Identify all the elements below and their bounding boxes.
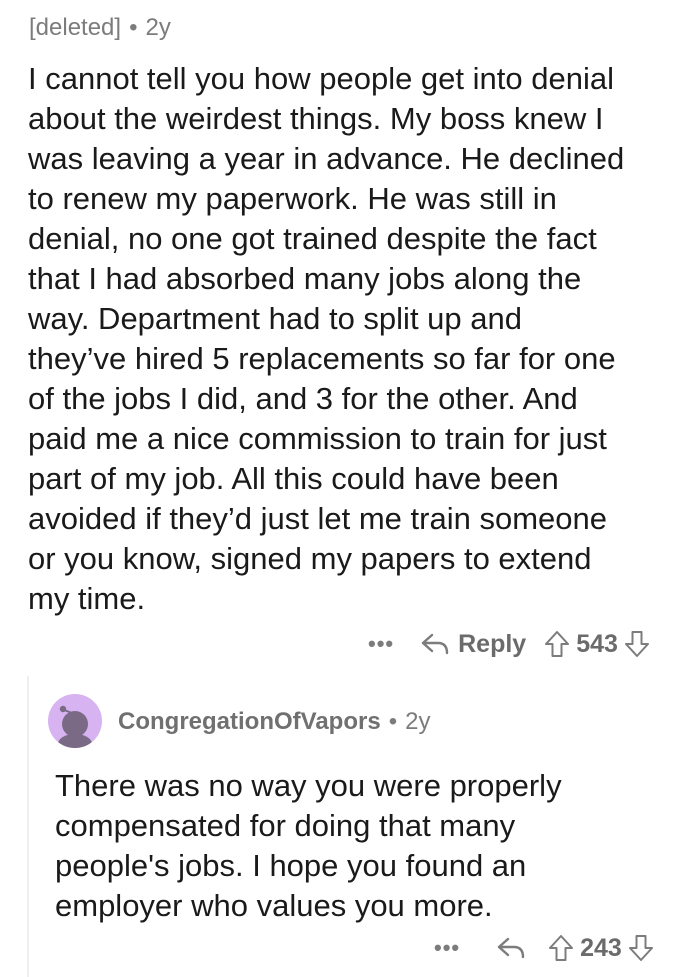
body-line: denial, no one got trained despite the f… (28, 221, 597, 256)
child-age: 2y (405, 708, 431, 735)
child-author[interactable]: CongregationOfVapors (118, 708, 381, 735)
upvote-arrow-icon[interactable] (548, 934, 574, 962)
body-line: paid me a nice commission to train for j… (28, 421, 607, 456)
parent-age: 2y (145, 14, 171, 41)
body-line: of the jobs I did, and 3 for the other. … (28, 381, 578, 416)
body-line: compensated for doing that many (55, 808, 516, 843)
body-line: There was no way you were properly (55, 768, 562, 803)
body-line: they’ve hired 5 replacements so far for … (28, 341, 616, 376)
parent-comment-actions: ••• Reply 543 (368, 626, 650, 662)
more-options-button[interactable]: ••• (368, 631, 394, 657)
downvote-arrow-icon[interactable] (624, 630, 650, 658)
reply-arrow-icon (420, 632, 450, 656)
downvote-arrow-icon[interactable] (628, 934, 654, 962)
body-line: or you know, signed my papers to extend (28, 541, 592, 576)
parent-comment-meta: [deleted] • 2y (29, 14, 171, 42)
child-comment-meta: CongregationOfVapors • 2y (118, 708, 430, 736)
body-line: avoided if they’d just let me train some… (28, 501, 607, 536)
child-comment-body: There was no way you were properly compe… (55, 766, 562, 926)
body-line: I cannot tell you how people get into de… (28, 61, 614, 96)
reply-button[interactable]: Reply (420, 630, 526, 659)
meta-separator: • (388, 708, 398, 735)
body-line: that I had absorbed many jobs along the (28, 261, 582, 296)
thread-line[interactable] (27, 676, 29, 977)
meta-separator: • (129, 14, 138, 41)
more-options-button[interactable]: ••• (434, 935, 460, 961)
body-line: was leaving a year in advance. He declin… (28, 141, 625, 176)
child-comment-actions: ••• 243 (434, 930, 654, 966)
reply-arrow-icon[interactable] (496, 936, 526, 960)
body-line: my time. (28, 581, 146, 616)
body-line: to renew my paperwork. He was still in (28, 181, 557, 216)
body-line: part of my job. All this could have been (28, 461, 559, 496)
reply-label: Reply (458, 629, 527, 658)
body-line: employer who values you more. (55, 888, 493, 923)
vote-score: 243 (580, 933, 622, 962)
vote-score: 543 (576, 629, 618, 658)
body-line: way. Department had to split up and (28, 301, 522, 336)
snoo-avatar-icon[interactable] (48, 694, 102, 748)
upvote-arrow-icon[interactable] (544, 630, 570, 658)
parent-author[interactable]: [deleted] (29, 14, 121, 41)
body-line: people's jobs. I hope you found an (55, 848, 527, 883)
parent-comment-body: I cannot tell you how people get into de… (28, 59, 624, 619)
body-line: about the weirdest things. My boss knew … (28, 101, 604, 136)
